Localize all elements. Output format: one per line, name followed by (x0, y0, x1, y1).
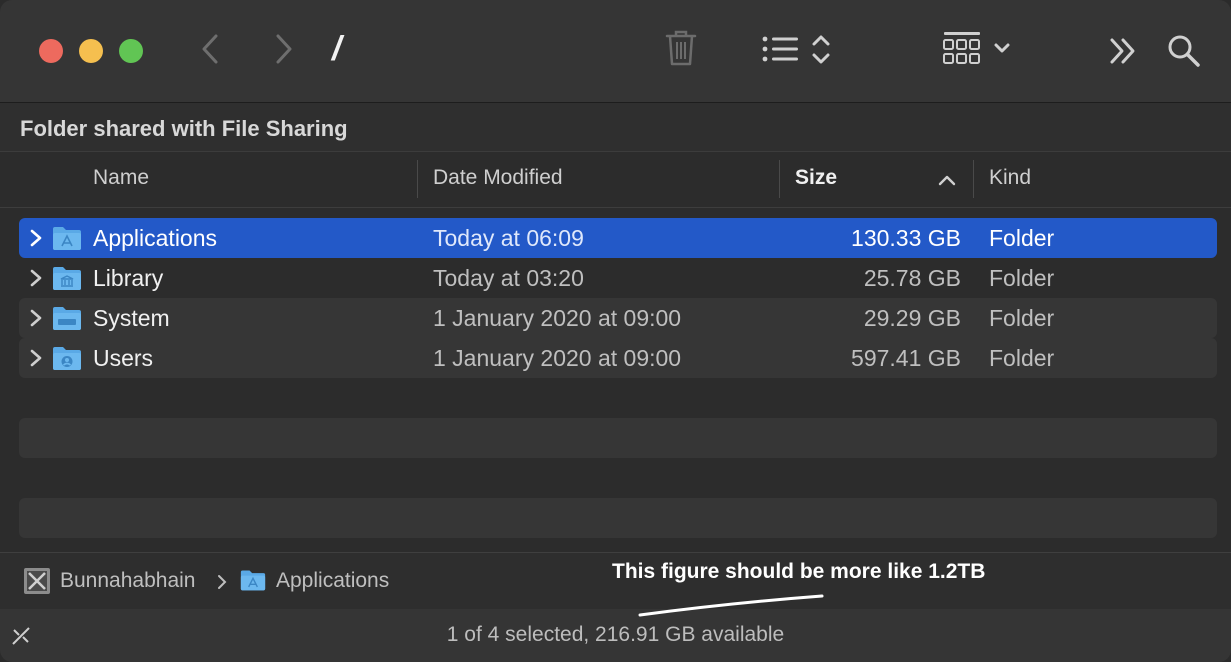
annotation-line (638, 594, 824, 617)
finder-window: / Folder shared with File Sharing Name D… (0, 0, 1231, 662)
